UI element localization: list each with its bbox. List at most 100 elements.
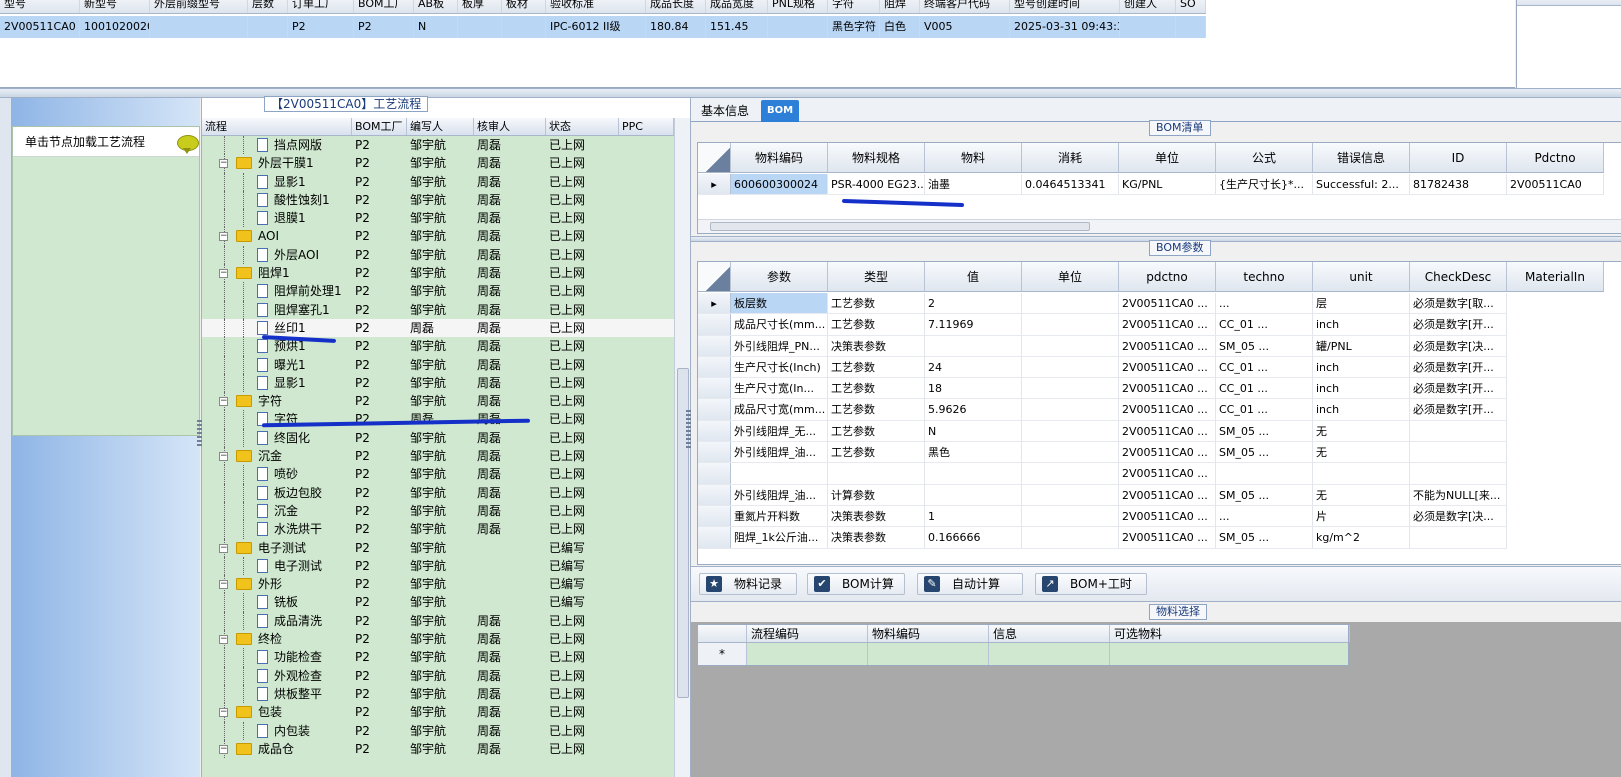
expand-toggle-icon[interactable]: −: [219, 708, 228, 718]
model-grid-header-cell[interactable]: AB板: [414, 0, 458, 13]
expand-toggle-icon[interactable]: −: [219, 452, 228, 462]
grid-cell[interactable]: 必须是数字[开...: [1410, 399, 1507, 420]
model-grid-cell[interactable]: [458, 16, 502, 38]
grid-cell[interactable]: [925, 484, 1022, 505]
model-grid-header-cell[interactable]: 型号创建时间: [1010, 0, 1120, 13]
tree-node-row[interactable]: 酸性蚀刻1 P2 邹宇航 周磊 已上网: [202, 190, 674, 210]
model-grid-header-cell[interactable]: 订单工厂: [288, 0, 354, 13]
grid-cell[interactable]: 2V00511CA0 ...: [1119, 463, 1216, 484]
grid-cell[interactable]: 无: [1313, 420, 1410, 442]
grid-cell[interactable]: 工艺参数: [828, 314, 925, 335]
model-grid-header-cell[interactable]: SO: [1176, 0, 1206, 13]
grid-header-cell[interactable]: 错误信息: [1313, 143, 1410, 172]
model-grid-header-cell[interactable]: PNL规格: [768, 0, 828, 13]
grid-cell[interactable]: 油墨: [925, 174, 1022, 195]
grid-cell[interactable]: 生产尺寸宽(In...: [731, 378, 828, 399]
model-grid-cell[interactable]: P2: [354, 16, 414, 38]
sel-cell[interactable]: [989, 643, 1110, 665]
row-indicator[interactable]: [698, 420, 731, 442]
grid-cell[interactable]: 2V00511CA0 ...: [1119, 293, 1216, 314]
grid-header-cell[interactable]: 单位: [1022, 262, 1119, 291]
tree-node-row[interactable]: 成品清洗 P2 邹宇航 周磊 已上网: [202, 611, 674, 631]
grid-cell[interactable]: 工艺参数: [828, 399, 925, 420]
grid-cell[interactable]: [1313, 463, 1410, 484]
grid-header-cell[interactable]: 消耗: [1022, 143, 1119, 172]
material-record-button[interactable]: ★ 物料记录: [699, 573, 797, 595]
grid-cell[interactable]: PSR-4000 EG23...: [828, 174, 925, 195]
model-grid-cell[interactable]: 2V00511CA0: [0, 16, 80, 38]
grid-cell[interactable]: 2V00511CA0 ...: [1119, 420, 1216, 442]
tree-node-row[interactable]: 曝光1 P2 邹宇航 周磊 已上网: [202, 355, 674, 374]
grid-cell[interactable]: [731, 463, 828, 484]
grid-cell[interactable]: 黑色: [925, 442, 1022, 463]
grid-cell[interactable]: 24: [925, 356, 1022, 378]
model-grid-cell[interactable]: 180.84: [646, 16, 706, 38]
bom-hours-button[interactable]: ↗ BOM+工时: [1035, 573, 1147, 595]
grid-row[interactable]: 成品尺寸宽(mm... 工艺参数 5.9626 2V00511CA0 ... CC_01…: [698, 399, 1507, 421]
grid-cell[interactable]: 600600300024: [731, 174, 828, 195]
tree-node-row[interactable]: − 沉金 P2 邹宇航 周磊 已上网: [202, 447, 674, 466]
tree-node-row[interactable]: 烘板整平 P2 邹宇航 周磊 已上网: [202, 684, 674, 704]
tree-node-row[interactable]: − 电子测试 P2 邹宇航 已编写: [202, 538, 674, 557]
grid-cell[interactable]: [1022, 420, 1119, 442]
grid-cell[interactable]: 1: [925, 505, 1022, 527]
grid-header-cell[interactable]: 单位: [1119, 143, 1216, 172]
grid-cell[interactable]: [1022, 335, 1119, 356]
tree-node-row[interactable]: 板边包胶 P2 邹宇航 周磊 已上网: [202, 483, 674, 502]
tree-node-row[interactable]: − 阻焊1 P2 邹宇航 周磊 已上网: [202, 264, 674, 283]
model-grid-cell[interactable]: 2025-03-31 09:43:33: [1010, 16, 1120, 38]
row-indicator[interactable]: ▸: [698, 174, 731, 195]
tree-node-row[interactable]: 电子测试 P2 邹宇航 已编写: [202, 556, 674, 576]
row-indicator[interactable]: [698, 484, 731, 505]
tree-node-row[interactable]: 退膜1 P2 邹宇航 周磊 已上网: [202, 209, 674, 228]
grid-header-cell[interactable]: Pdctno: [1507, 143, 1604, 172]
model-grid-cell[interactable]: 10010200201508: [80, 16, 150, 38]
grid-cell[interactable]: 外引线阻焊_油...: [731, 484, 828, 505]
grid-cell[interactable]: [1216, 463, 1313, 484]
tree-node-row[interactable]: − 外层干膜1 P2 邹宇航 周磊 已上网: [202, 154, 674, 173]
grid-cell[interactable]: CC_01 ...: [1216, 356, 1313, 378]
left-collapse-strip[interactable]: [0, 98, 12, 777]
grid-cell[interactable]: SM_05 ...: [1216, 335, 1313, 356]
expand-toggle-icon[interactable]: −: [219, 232, 228, 242]
grid-cell[interactable]: inch: [1313, 356, 1410, 378]
grid-cell[interactable]: [925, 335, 1022, 356]
grid-cell[interactable]: [1022, 378, 1119, 399]
grid-cell[interactable]: {生产尺寸长}*...: [1216, 174, 1313, 195]
grid-cell[interactable]: 7.11969: [925, 314, 1022, 335]
grid-cell[interactable]: [925, 463, 1022, 484]
expand-toggle-icon[interactable]: −: [219, 397, 228, 407]
grid-cell[interactable]: [1022, 442, 1119, 463]
grid-row[interactable]: 外引线阻焊_PN... 决策表参数 2V00511CA0 ... SM_05 ... 罐…: [698, 335, 1507, 357]
model-grid-header-cell[interactable]: 成品宽度: [706, 0, 768, 13]
grid-cell[interactable]: SM_05 ...: [1216, 420, 1313, 442]
grid-cell[interactable]: kg/m^2: [1313, 527, 1410, 548]
expand-toggle-icon[interactable]: −: [219, 635, 228, 645]
grid-row[interactable]: 生产尺寸宽(In... 工艺参数 18 2V00511CA0 ... CC_01 ...…: [698, 378, 1507, 400]
grid-row[interactable]: 外引线阻焊_油... 计算参数 2V00511CA0 ... SM_05 ... 无不能…: [698, 484, 1507, 506]
tree-node-row[interactable]: 水洗烘干 P2 邹宇航 周磊 已上网: [202, 520, 674, 539]
row-indicator[interactable]: [698, 378, 731, 399]
grid-cell[interactable]: 阻焊_1k公斤油...: [731, 527, 828, 548]
grid-header-cell[interactable]: unit: [1313, 262, 1410, 291]
grid-header-cell[interactable]: 物料规格: [828, 143, 925, 172]
tree-node-row[interactable]: 内包装 P2 邹宇航 周磊 已上网: [202, 721, 674, 740]
material-select-header-cell[interactable]: 可选物料: [1110, 625, 1350, 642]
grid-header-cell[interactable]: pdctno: [1119, 262, 1216, 291]
material-select-header-cell[interactable]: 信息: [989, 625, 1110, 642]
model-grid-cell[interactable]: [1120, 16, 1176, 38]
grid-cell[interactable]: [1022, 505, 1119, 527]
grid-cell[interactable]: 81782438: [1410, 174, 1507, 195]
tree-node-row[interactable]: 显影1 P2 邹宇航 周磊 已上网: [202, 172, 674, 191]
model-grid-header-cell[interactable]: 板材: [502, 0, 546, 13]
sel-cell[interactable]: [1110, 643, 1350, 665]
sel-cell[interactable]: [747, 643, 868, 665]
grid-cell[interactable]: 工艺参数: [828, 356, 925, 378]
row-indicator[interactable]: [698, 314, 731, 335]
grid-cell[interactable]: Successful: 2...: [1313, 174, 1410, 195]
row-indicator[interactable]: [698, 399, 731, 420]
grid-cell[interactable]: 必须是数字[开...: [1410, 314, 1507, 335]
grid-cell[interactable]: 2: [925, 293, 1022, 314]
tab-basic-info[interactable]: 基本信息: [695, 100, 755, 122]
grid-cell[interactable]: 必须是数字[开...: [1410, 356, 1507, 378]
